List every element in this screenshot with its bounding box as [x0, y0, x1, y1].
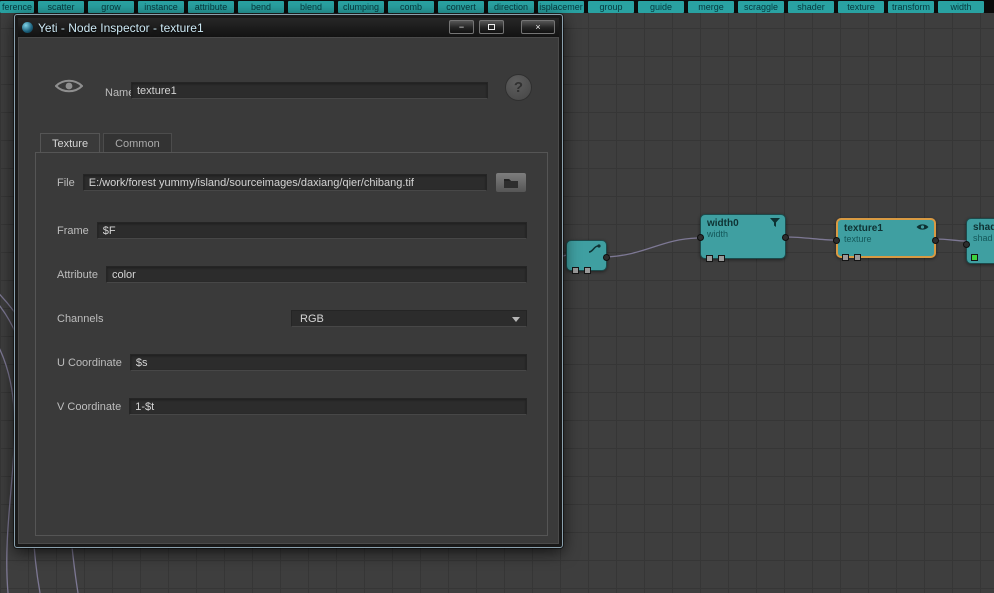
port[interactable]: [854, 254, 861, 261]
toolbar-button-scraggle[interactable]: scraggle: [738, 0, 784, 13]
toolbar-button-blend[interactable]: blend: [288, 0, 334, 13]
v-coordinate-row: V Coordinate: [57, 396, 527, 417]
toolbar-button-transform[interactable]: transform: [888, 0, 934, 13]
toolbar-button-displacement[interactable]: isplacemer: [538, 0, 584, 13]
name-label: Name: [105, 87, 135, 99]
toolbar-button-instance[interactable]: instance: [138, 0, 184, 13]
toolbar-button-comb[interactable]: comb: [388, 0, 434, 13]
toolbar-button-reference[interactable]: ference: [0, 0, 34, 13]
toolbar-button-width[interactable]: width: [938, 0, 984, 13]
port-green[interactable]: [971, 254, 978, 261]
node-inspector-window: Yeti - Node Inspector - texture1 − × Nam…: [14, 14, 563, 548]
close-button[interactable]: ×: [521, 20, 555, 34]
port[interactable]: [718, 255, 725, 262]
window-titlebar[interactable]: Yeti - Node Inspector - texture1 − ×: [18, 18, 559, 37]
toolbar-button-guide[interactable]: guide: [638, 0, 684, 13]
folder-icon: [504, 178, 518, 188]
output-port[interactable]: [603, 254, 610, 261]
toolbar-button-texture[interactable]: texture: [838, 0, 884, 13]
attribute-label: Attribute: [57, 268, 98, 281]
v-coordinate-input[interactable]: [129, 398, 527, 415]
graph-node-upstream[interactable]: [566, 240, 610, 274]
maximize-button[interactable]: [479, 20, 504, 34]
yeti-graph-editor: width0 width texture1 texture shad shad …: [0, 0, 994, 593]
maximize-icon: [488, 24, 495, 30]
toolbar-button-scatter[interactable]: scatter: [38, 0, 84, 13]
eye-icon[interactable]: [916, 223, 929, 231]
wire[interactable]: [935, 238, 967, 242]
graph-node-texture1[interactable]: texture1 texture: [833, 218, 939, 261]
file-input[interactable]: [82, 174, 487, 191]
inspector-content: Name ? Texture Common File Frame: [18, 37, 559, 544]
frame-label: Frame: [57, 224, 89, 237]
inspector-tabs: Texture Common: [40, 133, 175, 152]
v-coordinate-label: V Coordinate: [57, 400, 122, 413]
channels-value: RGB: [300, 312, 324, 325]
port[interactable]: [584, 267, 591, 274]
input-port[interactable]: [833, 237, 840, 244]
toolbar-button-clumping[interactable]: clumping: [338, 0, 384, 13]
graph-node-shader[interactable]: shad shad: [963, 218, 994, 264]
node-subtitle: texture: [844, 234, 872, 244]
toolbar-button-group[interactable]: group: [588, 0, 634, 13]
file-row: File: [57, 172, 527, 193]
port[interactable]: [572, 267, 579, 274]
wire[interactable]: [606, 237, 698, 258]
help-button[interactable]: ?: [505, 74, 532, 101]
tab-texture[interactable]: Texture: [40, 133, 101, 152]
attribute-input[interactable]: [105, 266, 527, 283]
node-title: shad: [973, 222, 994, 233]
attribute-row: Attribute: [57, 264, 527, 285]
toolbar-button-shader[interactable]: shader: [788, 0, 834, 13]
toolbar-button-merge[interactable]: merge: [688, 0, 734, 13]
plug-icon: [588, 244, 601, 254]
u-coordinate-row: U Coordinate: [57, 352, 527, 373]
graph-node-width0[interactable]: width0 width: [697, 214, 789, 262]
texture-settings-group: File Frame Attribute Channels: [35, 152, 548, 536]
eye-icon: [54, 78, 84, 94]
port[interactable]: [842, 254, 849, 261]
u-coordinate-input[interactable]: [129, 354, 527, 371]
toolbar-button-direction[interactable]: direction: [488, 0, 534, 13]
channels-label: Channels: [57, 312, 104, 325]
node-type-toolbar: ference scatter grow instance attribute …: [0, 0, 994, 13]
output-port[interactable]: [932, 237, 939, 244]
input-port[interactable]: [963, 241, 970, 248]
minimize-button[interactable]: −: [449, 20, 474, 34]
chevron-down-icon: [512, 317, 520, 322]
wire[interactable]: [785, 236, 834, 241]
channels-row: Channels RGB: [57, 308, 527, 329]
frame-row: Frame: [57, 220, 527, 241]
window-title: Yeti - Node Inspector - texture1: [38, 20, 204, 35]
toolbar-button-bend[interactable]: bend: [238, 0, 284, 13]
frame-input[interactable]: [96, 222, 527, 239]
input-port[interactable]: [697, 234, 704, 241]
toolbar-button-grow[interactable]: grow: [88, 0, 134, 13]
node-subtitle: shad: [973, 233, 993, 243]
toolbar-button-attribute[interactable]: attribute: [188, 0, 234, 13]
node-subtitle: width: [707, 229, 729, 239]
tab-common[interactable]: Common: [103, 133, 172, 152]
file-label: File: [57, 176, 75, 189]
output-port[interactable]: [782, 234, 789, 241]
port[interactable]: [706, 255, 713, 262]
name-input[interactable]: [131, 82, 488, 99]
yeti-window-icon: [22, 22, 33, 33]
wire[interactable]: [0, 340, 16, 593]
u-coordinate-label: U Coordinate: [57, 356, 122, 369]
toolbar-button-convert[interactable]: convert: [438, 0, 484, 13]
channels-dropdown[interactable]: RGB: [291, 310, 527, 327]
filter-icon[interactable]: [770, 218, 780, 228]
browse-button[interactable]: [495, 172, 527, 193]
